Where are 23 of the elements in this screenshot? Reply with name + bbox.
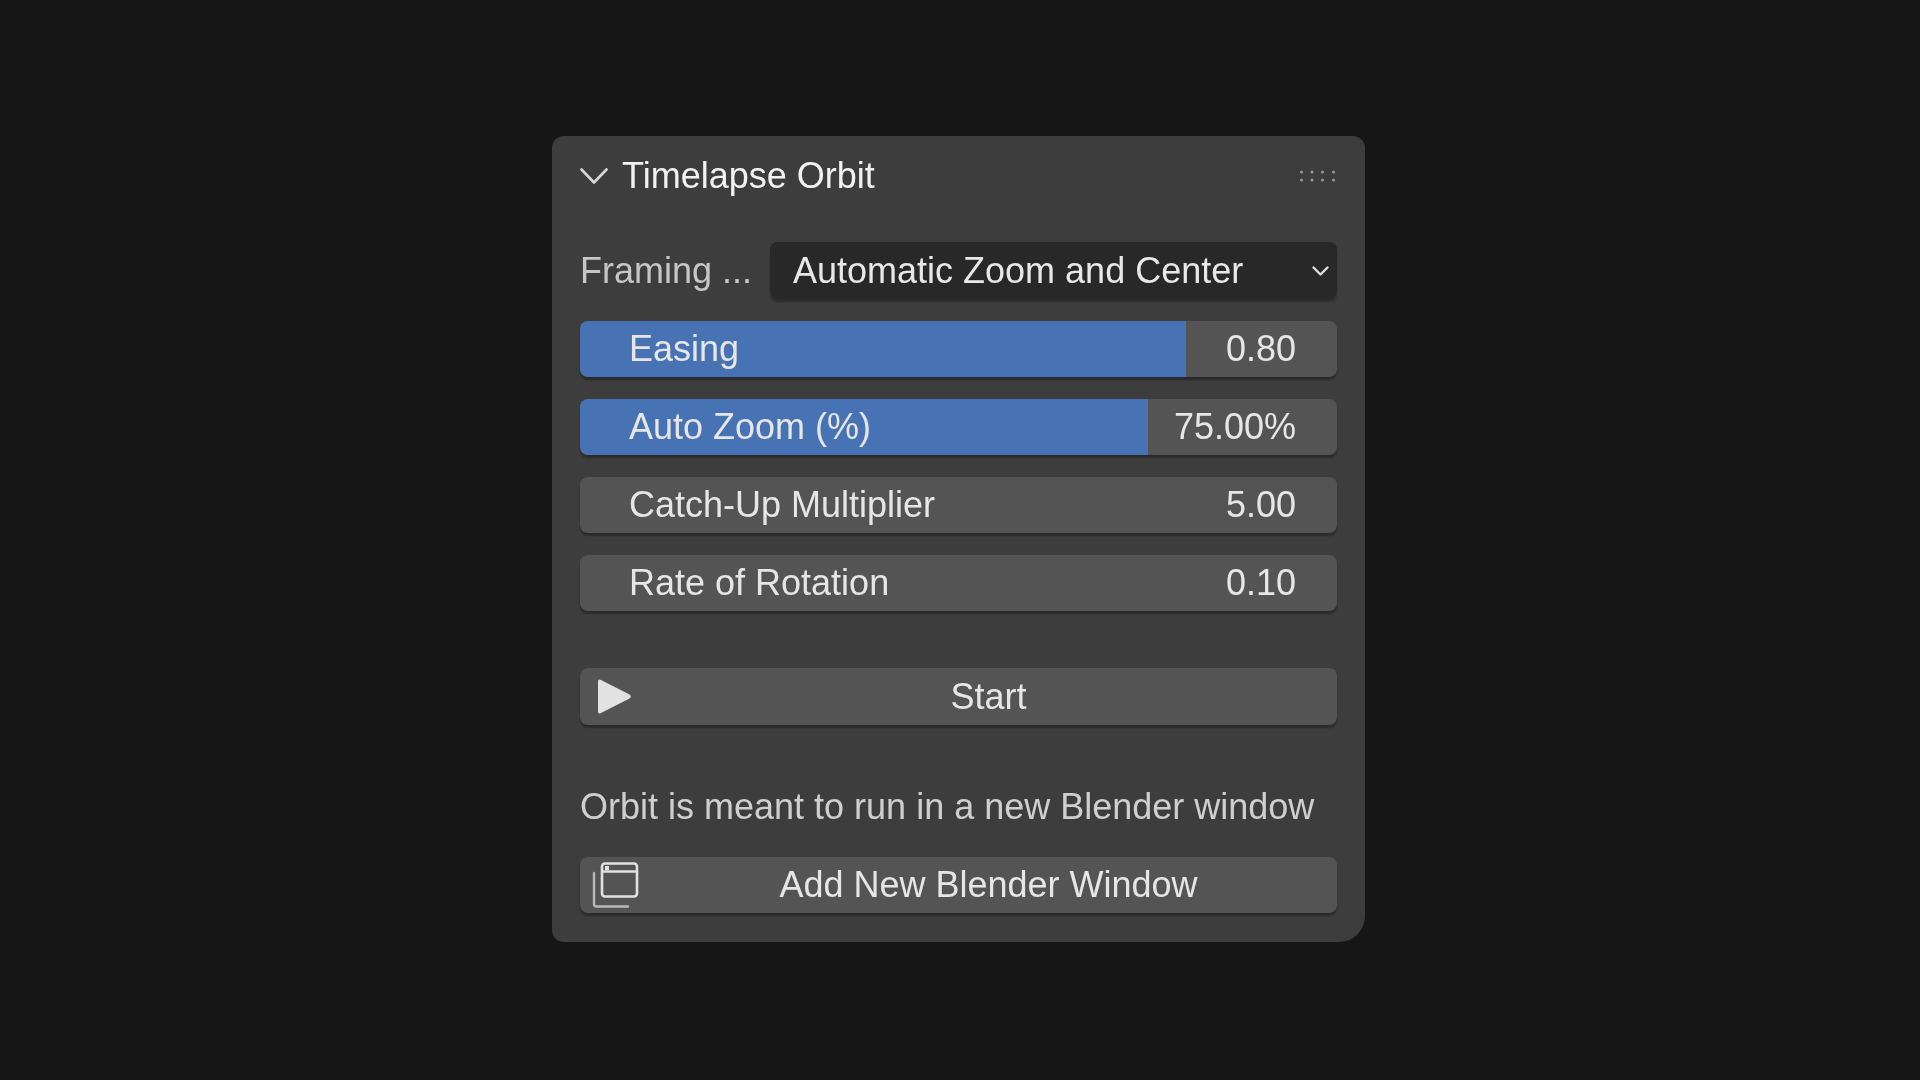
number-field[interactable]: Rate of Rotation 0.10 (580, 555, 1337, 611)
drag-handle-icon[interactable] (1300, 170, 1335, 182)
dropdown[interactable]: Automatic Zoom and Center (770, 242, 1337, 299)
play-icon (597, 678, 632, 715)
add-window-button[interactable]: Add New Blender Window (580, 857, 1337, 913)
panel-title: Timelapse Orbit (622, 154, 875, 198)
number-field[interactable]: Catch-Up Multiplier 5.00 (580, 477, 1337, 533)
field-label: Rate of Rotation (629, 561, 890, 605)
slider-track[interactable]: Easing 0.80 (580, 321, 1337, 377)
start-button[interactable]: Start (580, 668, 1337, 725)
field-label: Auto Zoom (%) (629, 405, 872, 449)
field-label: Framing ... (580, 248, 754, 293)
field-value: 5.00 (1225, 483, 1296, 527)
field-value: 0.80 (1225, 327, 1296, 371)
field-value: 75.00% (1173, 405, 1296, 449)
field-label: Catch-Up Multiplier (629, 483, 936, 527)
caret-icon (1312, 265, 1329, 276)
info-text: Orbit is meant to run in a new Blender window (580, 785, 1316, 829)
chevron-down-icon[interactable] (580, 168, 608, 184)
stacked-windows-icon (591, 862, 639, 908)
field-label: Easing (629, 327, 740, 371)
slider-track[interactable]: Auto Zoom (%) 75.00% (580, 399, 1337, 455)
field-value: 0.10 (1225, 561, 1296, 605)
